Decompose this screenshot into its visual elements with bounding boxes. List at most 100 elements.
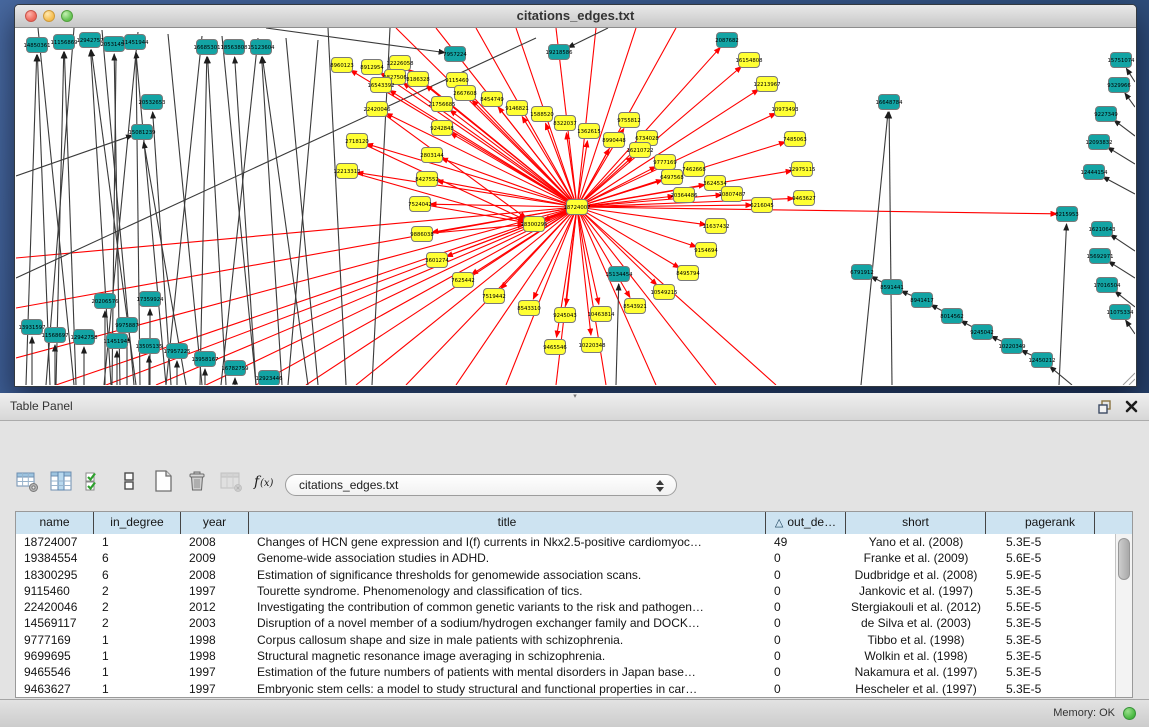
graph-node[interactable]: 20364486 <box>671 188 699 203</box>
table-cell[interactable]: 9463627 <box>16 681 94 697</box>
graph-node[interactable]: 15123604 <box>248 40 276 55</box>
table-cell[interactable]: Franke et al. (2009) <box>846 550 986 566</box>
table-vertical-scrollbar[interactable] <box>1115 534 1132 697</box>
graph-node[interactable]: 9227349 <box>1094 107 1118 122</box>
graph-node[interactable]: 10549215 <box>651 285 678 300</box>
table-cell[interactable]: Tibbo et al. (1998) <box>846 632 986 648</box>
table-cell[interactable]: 1997 <box>181 583 249 599</box>
table-row[interactable]: 969969511998Structural magnetic resonanc… <box>16 648 1116 664</box>
graph-node[interactable]: 9146821 <box>505 101 529 116</box>
graph-edge[interactable] <box>430 204 577 207</box>
network-canvas[interactable]: 1872400789601238912954122260589827506165… <box>16 28 1135 385</box>
graph-node[interactable]: 17359924 <box>137 292 165 307</box>
graph-node[interactable]: 12213967 <box>754 77 781 92</box>
graph-node[interactable]: 20532653 <box>139 95 166 110</box>
table-cell[interactable]: de Silva et al. (2003) <box>846 615 986 631</box>
graph-node[interactable]: 16154808 <box>736 53 764 68</box>
table-row[interactable]: 911546021997Tourette syndrome. Phenomeno… <box>16 583 1116 599</box>
table-cell[interactable]: 0 <box>766 550 846 566</box>
table-row[interactable]: 2242004622012Investigating the contribut… <box>16 599 1116 615</box>
graph-node[interactable]: 16648784 <box>876 95 904 110</box>
graph-node[interactable]: 11075334 <box>1107 305 1135 320</box>
graph-node[interactable]: 7485063 <box>783 132 807 147</box>
table-row[interactable]: 1872400712008Changes of HCN gene express… <box>16 534 1116 550</box>
table-cell[interactable]: 6 <box>94 567 181 583</box>
table-cell[interactable]: Estimation of the future numbers of pati… <box>249 664 766 680</box>
graph-node[interactable]: 11568697 <box>42 328 69 343</box>
graph-node[interactable]: 21756685 <box>429 97 456 112</box>
table-cell[interactable]: 0 <box>766 664 846 680</box>
graph-edge[interactable] <box>200 57 207 385</box>
function-builder-icon[interactable]: f (x) <box>252 468 278 494</box>
graph-node[interactable]: 6216045 <box>750 198 774 213</box>
graph-node[interactable]: 2803144 <box>420 148 444 163</box>
graph-edge[interactable] <box>26 55 37 385</box>
table-cell[interactable]: Disruption of a novel member of a sodium… <box>249 615 766 631</box>
table-cell[interactable]: 1 <box>94 632 181 648</box>
graph-edge[interactable] <box>328 28 346 385</box>
table-selector-dropdown[interactable]: citations_edges.txt <box>285 474 677 496</box>
graph-node[interactable]: 12226058 <box>387 56 415 71</box>
column-header-name[interactable]: name <box>16 512 94 534</box>
table-cell[interactable]: 9699695 <box>16 648 94 664</box>
graph-edge[interactable] <box>357 173 577 207</box>
table-cell[interactable]: Changes of HCN gene expression and I(f) … <box>249 534 766 550</box>
table-cell[interactable]: 2 <box>94 599 181 615</box>
table-cell[interactable]: 2009 <box>181 550 249 566</box>
graph-node[interactable]: 8960123 <box>330 58 354 73</box>
graph-node[interactable]: 13505135 <box>136 339 163 354</box>
table-cell[interactable]: 18300295 <box>16 567 94 583</box>
graph-node[interactable]: 9465546 <box>543 340 567 355</box>
table-cell[interactable]: 1997 <box>181 664 249 680</box>
graph-node[interactable]: 8186328 <box>406 72 430 87</box>
graph-node[interactable]: 7462668 <box>682 162 706 177</box>
graph-node[interactable]: 6497568 <box>660 170 684 185</box>
graph-edge[interactable] <box>1103 177 1135 194</box>
graph-node[interactable]: 18724007 <box>564 200 591 215</box>
new-table-icon[interactable] <box>150 468 176 494</box>
table-cell[interactable]: 2 <box>94 615 181 631</box>
table-cell[interactable]: 2003 <box>181 615 249 631</box>
graph-node[interactable]: 13958167 <box>192 352 219 367</box>
table-cell[interactable]: 18724007 <box>16 534 94 550</box>
graph-node[interactable]: 17016504 <box>1094 278 1122 293</box>
table-cell[interactable]: 2008 <box>181 567 249 583</box>
graph-node[interactable]: 12923446 <box>256 371 284 386</box>
graph-node[interactable]: 2667608 <box>453 86 477 101</box>
graph-edge[interactable] <box>1125 93 1135 107</box>
graph-node[interactable]: 1588520 <box>530 107 554 122</box>
graph-node[interactable]: 11451945 <box>104 334 131 349</box>
table-cell[interactable]: 1 <box>94 534 181 550</box>
graph-node[interactable]: 18563808 <box>221 40 249 55</box>
table-cell[interactable]: 5.3E-5 <box>986 632 1095 648</box>
column-header-short[interactable]: short <box>846 512 986 534</box>
column-header-year[interactable]: year <box>181 512 249 534</box>
table-cell[interactable]: 2008 <box>181 534 249 550</box>
table-cell[interactable]: 5.3E-5 <box>986 681 1095 697</box>
close-window-icon[interactable] <box>25 10 37 22</box>
graph-node[interactable]: 8543921 <box>623 299 647 314</box>
graph-node[interactable]: 12975115 <box>789 162 816 177</box>
column-header-in-degree[interactable]: in_degree <box>94 512 181 534</box>
split-pane-grip[interactable]: ▾ <box>568 394 582 399</box>
table-cell[interactable]: Genome-wide association studies in ADHD. <box>249 550 766 566</box>
graph-node[interactable]: 7519442 <box>482 289 506 304</box>
graph-node[interactable]: 11637432 <box>703 219 730 234</box>
table-row[interactable]: 1456911722003Disruption of a novel membe… <box>16 615 1116 631</box>
close-panel-icon[interactable] <box>1124 399 1139 414</box>
graph-edge[interactable] <box>306 207 577 385</box>
table-cell[interactable]: Investigating the contribution of common… <box>249 599 766 615</box>
graph-edge[interactable] <box>380 73 577 207</box>
table-cell[interactable]: Nakamura et al. (1997) <box>846 664 986 680</box>
table-cell[interactable]: 9115460 <box>16 583 94 599</box>
table-cell[interactable]: 0 <box>766 681 846 697</box>
float-panel-icon[interactable] <box>1097 399 1113 415</box>
graph-node[interactable]: 12213313 <box>334 164 361 179</box>
graph-node[interactable]: 16210722 <box>627 143 654 158</box>
graph-node[interactable]: 20206576 <box>92 294 120 309</box>
table-cell[interactable]: 0 <box>766 599 846 615</box>
table-cell[interactable]: 9465546 <box>16 664 94 680</box>
graph-node[interactable]: 8215953 <box>1055 207 1079 222</box>
graph-node[interactable]: 6791912 <box>850 265 874 280</box>
table-cell[interactable]: 0 <box>766 632 846 648</box>
